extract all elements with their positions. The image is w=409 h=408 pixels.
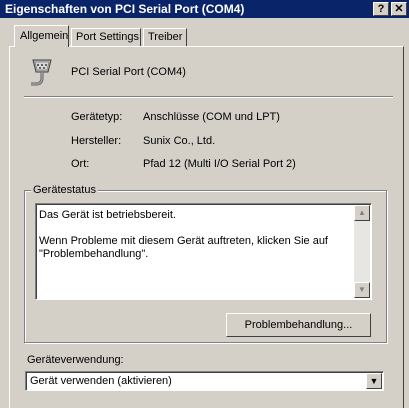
tab-treiber[interactable]: Treiber [143, 28, 187, 46]
close-button[interactable]: ✕ [391, 2, 407, 16]
device-type-value: Anschlüsse (COM und LPT) [143, 111, 280, 123]
device-name: PCI Serial Port (COM4) [71, 66, 186, 78]
scroll-up-arrow-icon[interactable]: ▲ [354, 205, 370, 221]
device-usage-value: Gerät verwenden (aktivieren) [30, 375, 172, 387]
status-text-line1: Das Gerät ist betriebsbereit. [39, 209, 176, 221]
title-bar: Eigenschaften von PCI Serial Port (COM4)… [0, 0, 409, 18]
status-scrollbar[interactable]: ▲ ▼ [354, 205, 370, 298]
separator [24, 96, 393, 98]
device-type-label: Gerätetyp: [71, 111, 123, 123]
tab-allgemein[interactable]: Allgemein [14, 25, 69, 47]
status-textbox[interactable]: Das Gerät ist betriebsbereit. Wenn Probl… [35, 203, 372, 300]
serial-port-icon [31, 59, 52, 86]
troubleshoot-button[interactable]: Problembehandlung... [226, 313, 371, 337]
device-usage-select[interactable]: Gerät verwenden (aktivieren) ▼ [25, 371, 384, 391]
location-label: Ort: [71, 158, 90, 170]
manufacturer-label: Hersteller: [71, 135, 122, 147]
help-button[interactable]: ? [373, 2, 389, 16]
window-title: Eigenschaften von PCI Serial Port (COM4) [5, 2, 245, 16]
scroll-down-arrow-icon[interactable]: ▼ [354, 282, 370, 298]
device-status-title: Gerätestatus [31, 184, 98, 196]
tab-port-settings[interactable]: Port Settings [71, 28, 141, 46]
status-text-line2: Wenn Probleme mit diesem Gerät auftreten… [39, 235, 328, 260]
chevron-down-icon[interactable]: ▼ [366, 373, 382, 389]
device-usage-label: Geräteverwendung: [27, 354, 124, 366]
manufacturer-value: Sunix Co., Ltd. [143, 135, 216, 147]
location-value: Pfad 12 (Multi I/O Serial Port 2) [143, 158, 296, 170]
